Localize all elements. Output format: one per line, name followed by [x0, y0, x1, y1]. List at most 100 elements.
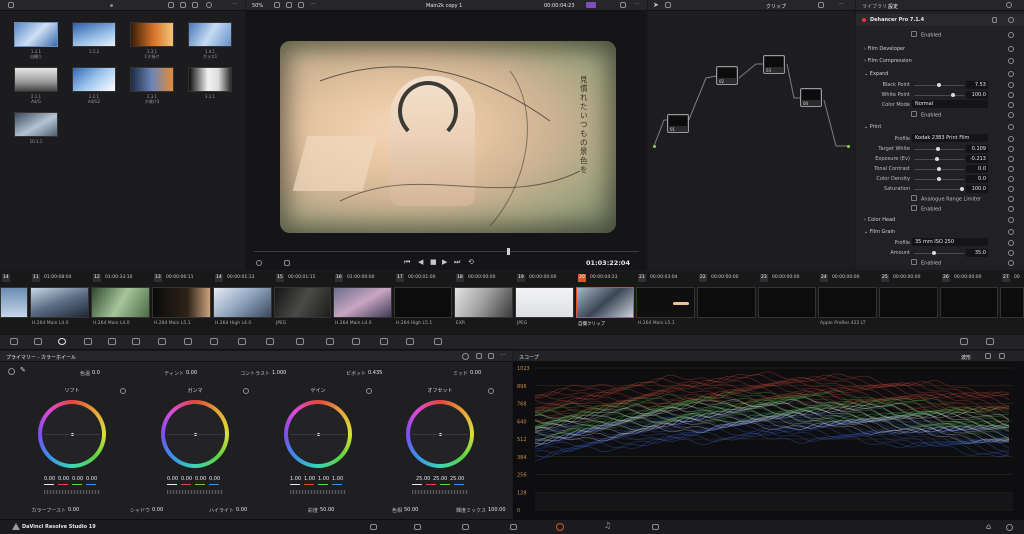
reset-icon[interactable]: [1008, 206, 1014, 212]
audio-icon[interactable]: [284, 260, 290, 266]
search-icon[interactable]: [206, 2, 212, 8]
wheel-value[interactable]: 1.00: [332, 476, 343, 482]
viewer-frame[interactable]: 見慣れたいつもの景色を: [280, 41, 616, 233]
magic-mask-icon[interactable]: [296, 338, 304, 345]
more-icon[interactable]: ···: [500, 352, 506, 359]
media-clip-thumbnail[interactable]: [188, 22, 232, 47]
viewer-ratio-icon[interactable]: [298, 2, 304, 8]
page-edit-icon[interactable]: [462, 524, 469, 530]
wheel-value[interactable]: 0.00: [209, 476, 220, 482]
tonal-contrast-value[interactable]: 0.0: [966, 165, 988, 173]
eyedropper-icon[interactable]: [256, 260, 262, 266]
tracker-icon[interactable]: [266, 338, 274, 345]
timeline-clip[interactable]: [394, 287, 452, 318]
black-point-knob[interactable]: [937, 83, 941, 87]
scope-mode-select[interactable]: 波形: [961, 354, 971, 361]
reset-icon[interactable]: [1008, 186, 1014, 192]
reset-icon[interactable]: [1008, 229, 1014, 235]
timeline-clip[interactable]: [879, 287, 938, 318]
master-wheel-slider[interactable]: [167, 490, 223, 494]
wheel-value[interactable]: 0.00: [58, 476, 69, 482]
more-icon[interactable]: ···: [634, 1, 640, 8]
exposure-value[interactable]: -0.213: [966, 155, 988, 163]
param-value[interactable]: 1.000: [272, 370, 286, 376]
skip-end-icon[interactable]: ⏭: [454, 258, 460, 267]
qualifier-icon[interactable]: [210, 338, 218, 345]
param-value[interactable]: 0.00: [470, 370, 481, 376]
grain-enabled-checkbox[interactable]: Enabled: [911, 259, 941, 267]
white-point-knob[interactable]: [951, 93, 955, 97]
timeline-clip[interactable]: [152, 287, 211, 318]
reset-icon[interactable]: [1008, 71, 1014, 77]
target-white-knob[interactable]: [936, 147, 940, 151]
param-value[interactable]: 50.00: [404, 507, 418, 513]
saturation-slider[interactable]: [914, 189, 964, 190]
picker-icon[interactable]: ✎: [20, 366, 26, 374]
wheel-value[interactable]: 0.00: [86, 476, 97, 482]
param-value[interactable]: 0.00: [186, 370, 197, 376]
motion-effects-icon[interactable]: [132, 338, 140, 345]
page-fusion-icon[interactable]: [510, 524, 517, 530]
skip-start-icon[interactable]: ⏮: [404, 258, 410, 267]
wheel-value[interactable]: 1.00: [290, 476, 301, 482]
wheel-value[interactable]: 0.00: [167, 476, 178, 482]
reset-icon[interactable]: [1008, 124, 1014, 130]
zoom-level[interactable]: 50%: [252, 3, 263, 9]
media-clip-thumbnail[interactable]: [130, 67, 174, 92]
timeline-clip[interactable]: [333, 287, 392, 318]
wheel-value[interactable]: 0.00: [72, 476, 83, 482]
grain-amount-slider[interactable]: [914, 253, 964, 254]
delete-icon[interactable]: [992, 17, 997, 23]
exposure-knob[interactable]: [935, 157, 939, 161]
section-expand[interactable]: ⌄ Expand: [864, 71, 888, 77]
reset-icon[interactable]: [1008, 250, 1014, 256]
page-media-icon[interactable]: [370, 524, 377, 530]
stop-icon[interactable]: ■: [430, 258, 437, 266]
tonal-contrast-knob[interactable]: [937, 167, 941, 171]
timeline-clip[interactable]: [91, 287, 150, 318]
timeline-clip[interactable]: [30, 287, 89, 318]
media-clip-thumbnail[interactable]: [130, 22, 174, 47]
color-wheels-icon[interactable]: [58, 338, 66, 345]
page-cut-icon[interactable]: [414, 524, 421, 530]
param-value[interactable]: 100.00: [488, 507, 506, 513]
reset-icon[interactable]: [1008, 102, 1014, 108]
wheel-value[interactable]: 0.00: [44, 476, 55, 482]
bars-mode-icon[interactable]: [476, 353, 482, 359]
fullscreen-icon[interactable]: [620, 2, 626, 8]
white-point-slider[interactable]: [914, 95, 964, 96]
timeline-clip[interactable]: [940, 287, 998, 318]
grain-amount-value[interactable]: 35.0: [966, 249, 988, 257]
reset-icon[interactable]: [1008, 260, 1014, 266]
param-value[interactable]: 0.435: [368, 370, 382, 376]
log-mode-icon[interactable]: [488, 353, 494, 359]
reset-icon[interactable]: [1008, 112, 1014, 118]
reset-icon[interactable]: [1008, 136, 1014, 142]
reset-icon[interactable]: [1008, 156, 1014, 162]
color-warper-icon[interactable]: [184, 338, 192, 345]
master-wheel-slider[interactable]: [44, 490, 100, 494]
media-clip-thumbnail[interactable]: [14, 67, 58, 92]
wheel-reset-icon[interactable]: [366, 388, 372, 394]
viewer-mode-icon[interactable]: [274, 2, 280, 8]
home-icon[interactable]: ⌂: [986, 522, 991, 531]
play-icon[interactable]: ▶: [442, 258, 447, 266]
wheel-value[interactable]: 1.00: [304, 476, 315, 482]
grain-amount-knob[interactable]: [932, 251, 936, 255]
color-density-knob[interactable]: [937, 177, 941, 181]
page-deliver-icon[interactable]: [652, 524, 659, 530]
media-clip-thumbnail[interactable]: [188, 67, 232, 92]
media-clip-thumbnail[interactable]: [14, 22, 58, 47]
timeline-clip[interactable]: [1000, 287, 1024, 318]
sort-icon[interactable]: [192, 2, 198, 8]
grid-view-icon[interactable]: [180, 2, 186, 8]
tab-library[interactable]: ライブラリ: [862, 3, 887, 10]
reset-icon[interactable]: [1008, 146, 1014, 152]
section-print[interactable]: ⌄ Print: [864, 124, 881, 130]
clip-name[interactable]: Main2k copy 1: [426, 3, 462, 9]
reset-icon[interactable]: [1008, 46, 1014, 52]
media-clip-thumbnail[interactable]: [14, 112, 58, 137]
wheel-reset-icon[interactable]: [243, 388, 249, 394]
blur-icon[interactable]: [326, 338, 334, 345]
timeline-clip[interactable]: [454, 287, 513, 318]
